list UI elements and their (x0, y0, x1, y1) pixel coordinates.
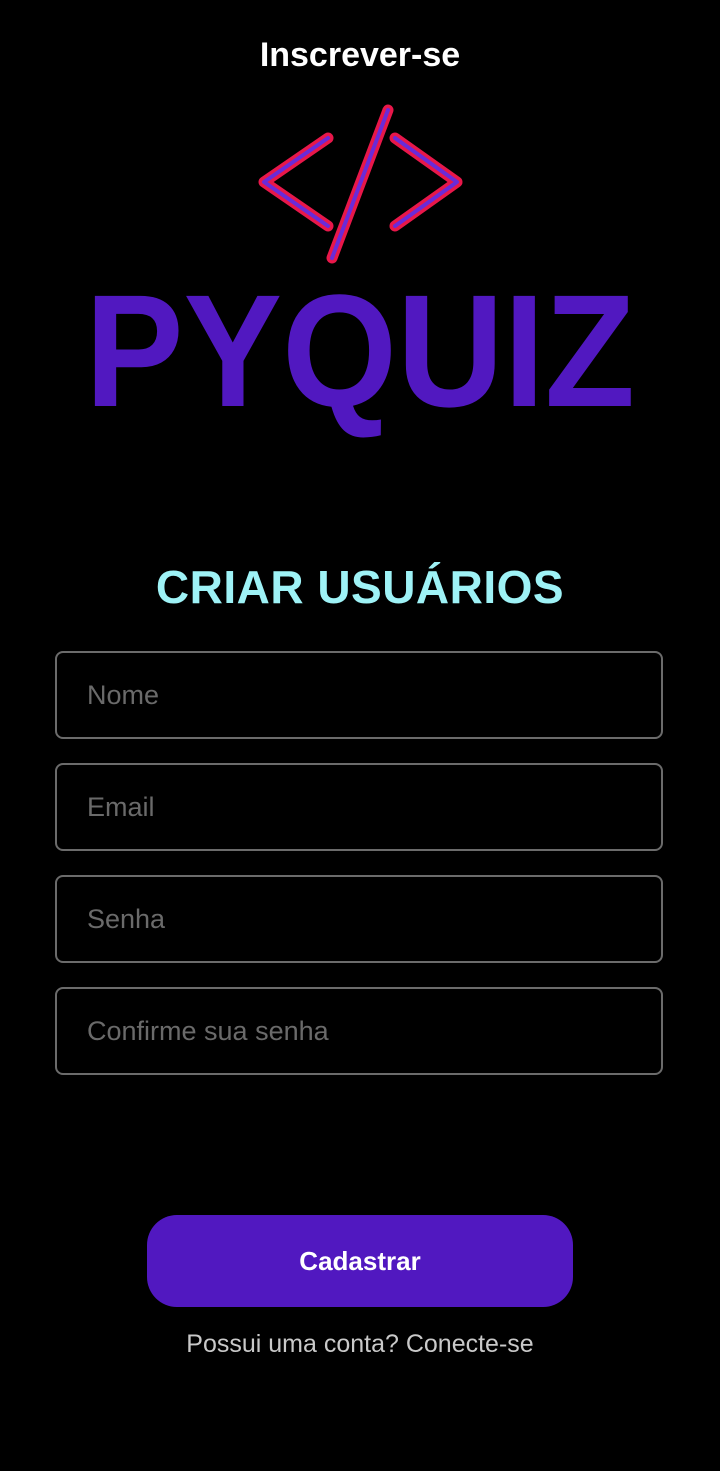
logo-text: PYQUIZ (85, 268, 635, 438)
register-button[interactable]: Cadastrar (147, 1215, 573, 1307)
code-brackets-icon (258, 104, 463, 264)
confirm-password-field[interactable] (57, 989, 661, 1073)
password-field[interactable] (57, 877, 661, 961)
confirm-password-field-container (55, 987, 663, 1075)
login-link[interactable]: Possui uma conta? Conecte-se (0, 1330, 720, 1359)
name-field[interactable] (57, 653, 661, 737)
form-title: CRIAR USUÁRIOS (155, 561, 565, 613)
email-field[interactable] (57, 765, 661, 849)
email-field-container (55, 763, 663, 851)
password-field-container (55, 875, 663, 963)
name-field-container (55, 651, 663, 739)
page-title: Inscrever-se (259, 36, 461, 74)
pyquiz-logo: PYQUIZ (85, 268, 635, 438)
